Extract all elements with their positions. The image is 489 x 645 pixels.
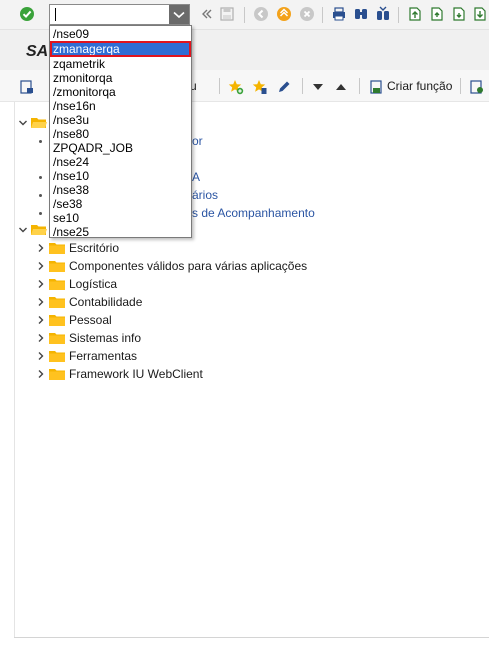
window-title: SA: [26, 43, 49, 60]
command-field[interactable]: [49, 4, 190, 25]
previous-page-icon[interactable]: [428, 5, 446, 23]
toolbar-separator: [322, 7, 323, 23]
folder-icon: [49, 368, 65, 380]
folder-open-icon: [31, 224, 47, 236]
delete-favorite-icon[interactable]: [251, 78, 269, 96]
dropdown-option[interactable]: /nse10: [51, 169, 190, 183]
tree-folder-logistica[interactable]: Logística: [36, 275, 117, 293]
bullet: [39, 176, 42, 179]
command-history-dropdown[interactable]: /nse09 zmanagerqa zqametrik zmonitorqa /…: [49, 25, 192, 239]
tree-folder-componentes[interactable]: Componentes válidos para várias aplicaçõ…: [36, 257, 307, 275]
tree-folder-label: Pessoal: [69, 313, 112, 327]
last-page-icon[interactable]: [471, 5, 489, 23]
tree-sap-menu-node[interactable]: [18, 221, 51, 239]
tree-link-partial-3[interactable]: ários: [192, 188, 218, 202]
bullet: [39, 140, 42, 143]
tree-folder-escritorio[interactable]: Escritório: [36, 239, 119, 257]
dropdown-option[interactable]: /nse80: [51, 127, 190, 141]
bullet: [39, 194, 42, 197]
tree-folder-framework-iu[interactable]: Framework IU WebClient: [36, 365, 203, 383]
create-function-button[interactable]: Criar função: [387, 79, 452, 93]
tree-folder-label: Logística: [69, 277, 118, 291]
tree-folder-label: Componentes válidos para várias aplicaçõ…: [69, 259, 308, 273]
dropdown-option[interactable]: ZPQADR_JOB: [51, 141, 190, 155]
chevron-down-icon[interactable]: [18, 118, 28, 128]
dropdown-option[interactable]: /nse3u: [51, 113, 190, 127]
dropdown-option[interactable]: se10: [51, 211, 190, 225]
toolbar-separator: [244, 7, 245, 23]
move-up-triangle-icon[interactable]: [332, 78, 350, 96]
next-page-icon[interactable]: [450, 5, 468, 23]
folder-icon: [49, 278, 65, 290]
tree-folder-label: Framework IU WebClient: [69, 367, 203, 381]
find-next-icon[interactable]: [374, 5, 392, 23]
dropdown-option[interactable]: /nse24: [51, 155, 190, 169]
dropdown-option[interactable]: /nse38: [51, 183, 190, 197]
tree-bottom-border: [14, 637, 489, 638]
folder-icon: [49, 242, 65, 254]
move-down-triangle-icon[interactable]: [309, 78, 327, 96]
chevron-right-icon[interactable]: [36, 351, 46, 361]
folder-icon: [49, 350, 65, 362]
role-icon[interactable]: [468, 78, 486, 96]
chevron-right-icon[interactable]: [36, 297, 46, 307]
save-icon[interactable]: [218, 5, 236, 23]
tree-link-partial-4[interactable]: s de Acompanhamento: [192, 206, 315, 220]
tree-root-node[interactable]: [18, 114, 51, 132]
dropdown-option[interactable]: /nse25: [51, 225, 190, 239]
chevron-right-icon[interactable]: [36, 243, 46, 253]
tree-border: [14, 102, 15, 637]
dropdown-option[interactable]: zqametrik: [51, 57, 190, 71]
folder-icon: [49, 260, 65, 272]
dropdown-chevron-icon[interactable]: [169, 5, 189, 24]
tree-folder-ferramentas[interactable]: Ferramentas: [36, 347, 137, 365]
print-icon[interactable]: [330, 5, 348, 23]
dropdown-option[interactable]: /nse09: [51, 27, 190, 41]
chevron-down-icon[interactable]: [18, 225, 28, 235]
back-icon[interactable]: [252, 5, 270, 23]
toolbar-separator: [460, 78, 461, 94]
chevron-right-icon[interactable]: [36, 279, 46, 289]
tree-folder-sistemas-info[interactable]: Sistemas info: [36, 329, 141, 347]
enter-check-icon[interactable]: [18, 5, 36, 23]
add-favorite-icon[interactable]: [227, 78, 245, 96]
user-menu-icon[interactable]: [18, 78, 36, 96]
text-cursor: [55, 8, 56, 21]
edit-pencil-icon[interactable]: [275, 78, 293, 96]
collapse-double-chevron-icon[interactable]: [198, 5, 216, 23]
dropdown-option[interactable]: /zmonitorqa: [51, 85, 190, 99]
folder-icon: [49, 296, 65, 308]
chevron-right-icon[interactable]: [36, 333, 46, 343]
chevron-right-icon[interactable]: [36, 315, 46, 325]
chevron-right-icon[interactable]: [36, 261, 46, 271]
command-input[interactable]: [50, 5, 170, 24]
create-function-icon[interactable]: [367, 78, 385, 96]
folder-open-icon: [31, 117, 47, 129]
toolbar-separator: [398, 7, 399, 23]
folder-icon: [49, 332, 65, 344]
tree-link-partial-2[interactable]: A: [192, 170, 200, 184]
toolbar-separator: [302, 78, 303, 94]
bullet: [39, 212, 42, 215]
dropdown-option-selected[interactable]: zmanagerqa: [50, 41, 191, 57]
tree-folder-pessoal[interactable]: Pessoal: [36, 311, 112, 329]
tree-folder-label: Contabilidade: [69, 295, 143, 309]
chevron-right-icon[interactable]: [36, 369, 46, 379]
tree-folder-contabilidade[interactable]: Contabilidade: [36, 293, 142, 311]
tree-folder-label: Ferramentas: [69, 349, 138, 363]
folder-icon: [49, 314, 65, 326]
first-page-icon[interactable]: [406, 5, 424, 23]
exit-icon[interactable]: [275, 5, 293, 23]
find-icon[interactable]: [352, 5, 370, 23]
tree-link-partial-1[interactable]: or: [192, 134, 203, 148]
dropdown-option[interactable]: /se38: [51, 197, 190, 211]
cancel-icon[interactable]: [298, 5, 316, 23]
toolbar-separator: [359, 78, 360, 94]
tree-folder-label: Sistemas info: [69, 331, 142, 345]
dropdown-option[interactable]: /nse16n: [51, 99, 190, 113]
toolbar-separator: [219, 78, 220, 94]
tree-folder-label: Escritório: [69, 241, 120, 255]
dropdown-option[interactable]: zmonitorqa: [51, 71, 190, 85]
